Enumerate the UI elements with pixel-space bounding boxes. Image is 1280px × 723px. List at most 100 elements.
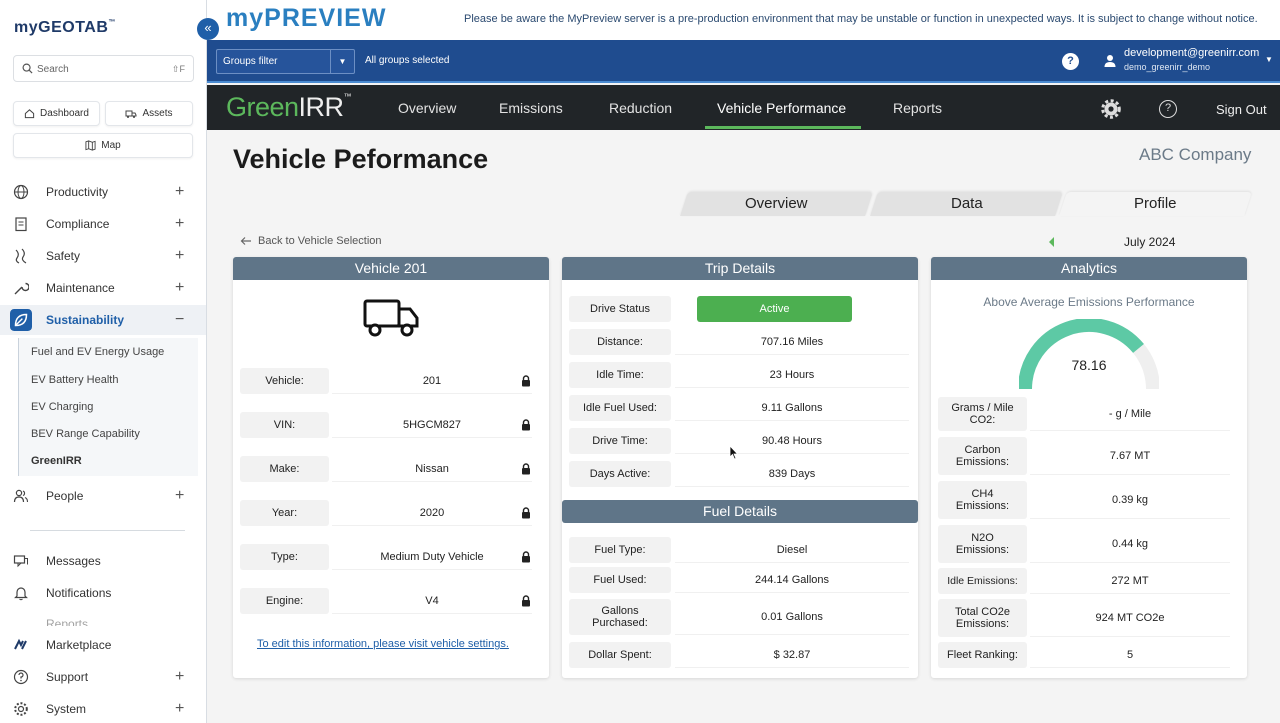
- sustainability-subnav: Fuel and EV Energy Usage EV Battery Heal…: [18, 338, 198, 476]
- analytics-row: Total CO2e Emissions: 924 MT CO2e: [938, 599, 1240, 637]
- sidebar: myGEOTAB™ Search ⇧F Dashboard Assets Map…: [0, 0, 207, 723]
- carbon-emissions-label: Carbon Emissions:: [938, 437, 1027, 475]
- search-shortcut: ⇧F: [171, 64, 185, 74]
- vehicle-row: Engine: V4: [240, 588, 542, 614]
- dashboard-label: Dashboard: [40, 108, 89, 119]
- groups-filter-dropdown[interactable]: Groups filter ▼: [216, 49, 355, 74]
- total-co2e-label: Total CO2e Emissions:: [938, 599, 1027, 637]
- drive-status-label: Drive Status: [569, 296, 671, 322]
- nav-maintenance[interactable]: Maintenance +: [0, 273, 206, 303]
- carbon-emissions-value: 7.67 MT: [1030, 437, 1230, 475]
- page-title: Vehicle Peformance: [233, 144, 489, 174]
- nav-reports-label: Reports: [46, 617, 89, 626]
- expand-plus-icon[interactable]: +: [175, 669, 184, 685]
- trip-row: Idle Time: 23 Hours: [569, 362, 909, 388]
- distance-label: Distance:: [569, 329, 671, 355]
- tab-page-overview[interactable]: Overview: [680, 192, 873, 216]
- trip-row: Distance: 707.16 Miles: [569, 329, 909, 355]
- distance-value: 707.16 Miles: [675, 329, 909, 355]
- lock-icon: [522, 419, 530, 431]
- tab-emissions[interactable]: Emissions: [499, 100, 563, 116]
- subnav-greenirr[interactable]: GreenIRR: [31, 455, 82, 467]
- user-menu-caret-icon[interactable]: ▼: [1265, 55, 1273, 64]
- road-icon: [15, 248, 27, 264]
- help-icon[interactable]: ?: [1159, 100, 1177, 118]
- ch4-emissions-label: CH4 Emissions:: [938, 481, 1027, 519]
- nav-people-label: People: [46, 489, 84, 503]
- expand-plus-icon[interactable]: +: [175, 216, 184, 232]
- vin-label: VIN:: [240, 412, 329, 438]
- make-value: Nissan: [332, 456, 532, 482]
- nav-sustainability[interactable]: Sustainability −: [0, 305, 206, 335]
- nav-system[interactable]: System +: [0, 694, 206, 723]
- n2o-emissions-label: N2O Emissions:: [938, 525, 1027, 563]
- edit-vehicle-settings-link[interactable]: To edit this information, please visit v…: [257, 638, 509, 650]
- tab-reports[interactable]: Reports: [893, 100, 942, 116]
- idle-time-label: Idle Time:: [569, 362, 671, 388]
- ch4-emissions-value: 0.39 kg: [1030, 481, 1230, 519]
- days-active-label: Days Active:: [569, 461, 671, 487]
- nav-productivity[interactable]: Productivity +: [0, 177, 206, 207]
- search-placeholder: Search: [37, 64, 69, 75]
- globe-icon: [13, 184, 29, 200]
- bell-icon: [14, 587, 28, 601]
- user-email[interactable]: development@greenirr.com: [1124, 47, 1259, 59]
- fuel-panel-heading: Fuel Details: [562, 500, 918, 523]
- sign-out-link[interactable]: Sign Out: [1216, 102, 1267, 117]
- nav-support-label: Support: [46, 670, 89, 684]
- tab-vehicle-performance[interactable]: Vehicle Performance: [717, 100, 846, 116]
- map-button[interactable]: Map: [13, 133, 193, 158]
- analytics-panel: Analytics Above Average Emissions Perfor…: [931, 257, 1247, 678]
- tab-page-data[interactable]: Data: [870, 192, 1063, 216]
- greenirr-logo[interactable]: GreenIRR™: [226, 92, 352, 123]
- prev-month-arrow-icon[interactable]: [1049, 237, 1054, 247]
- expand-plus-icon[interactable]: +: [175, 280, 184, 296]
- dollar-spent-label: Dollar Spent:: [569, 642, 671, 668]
- idle-fuel-label: Idle Fuel Used:: [569, 395, 671, 421]
- collapse-minus-icon[interactable]: −: [175, 312, 184, 328]
- lock-icon: [522, 463, 530, 475]
- year-value: 2020: [332, 500, 532, 526]
- collapse-sidebar-button[interactable]: «: [197, 18, 219, 40]
- nav-safety[interactable]: Safety +: [0, 241, 206, 271]
- nav-marketplace[interactable]: Marketplace: [0, 630, 206, 660]
- help-icon[interactable]: ?: [1062, 53, 1079, 70]
- nav-compliance[interactable]: Compliance +: [0, 209, 206, 239]
- analytics-panel-heading: Analytics: [931, 257, 1247, 280]
- vehicle-value: 201: [332, 368, 532, 394]
- analytics-row: Idle Emissions: 272 MT: [938, 568, 1240, 594]
- nav-people[interactable]: People +: [0, 481, 206, 511]
- subnav-ev-battery[interactable]: EV Battery Health: [31, 374, 118, 386]
- nav-support[interactable]: Support +: [0, 662, 206, 692]
- tab-page-profile[interactable]: Profile: [1059, 192, 1252, 216]
- nav-reports[interactable]: Reports: [0, 613, 206, 626]
- active-tab-underline: [705, 126, 861, 129]
- subnav-bev-range[interactable]: BEV Range Capability: [31, 428, 140, 440]
- groups-filter-label: Groups filter: [223, 56, 278, 67]
- geotab-logo[interactable]: myGEOTAB™: [14, 19, 116, 37]
- search-input[interactable]: Search ⇧F: [13, 55, 194, 82]
- assets-button[interactable]: Assets: [105, 101, 193, 126]
- tab-overview[interactable]: Overview: [398, 100, 456, 116]
- vehicle-row: Vehicle: 201: [240, 368, 542, 394]
- expand-plus-icon[interactable]: +: [175, 248, 184, 264]
- dashboard-button[interactable]: Dashboard: [13, 101, 100, 126]
- chevron-down-icon[interactable]: ▼: [330, 50, 354, 73]
- expand-plus-icon[interactable]: +: [175, 701, 184, 717]
- subnav-ev-charging[interactable]: EV Charging: [31, 401, 93, 413]
- analytics-row: Fleet Ranking: 5: [938, 642, 1240, 668]
- back-link[interactable]: Back to Vehicle Selection: [240, 235, 382, 247]
- expand-plus-icon[interactable]: +: [175, 184, 184, 200]
- wrench-icon: [14, 282, 29, 295]
- fuel-row: Fuel Used: 244.14 Gallons: [569, 567, 909, 593]
- tab-reduction[interactable]: Reduction: [609, 100, 672, 116]
- nav-notifications[interactable]: Notifications: [0, 578, 206, 608]
- user-database: demo_greenirr_demo: [1124, 62, 1211, 72]
- engine-label: Engine:: [240, 588, 329, 614]
- expand-plus-icon[interactable]: +: [175, 488, 184, 504]
- settings-gear-icon[interactable]: [1101, 99, 1121, 119]
- groups-selected-text: All groups selected: [365, 55, 450, 66]
- subnav-fuel-ev[interactable]: Fuel and EV Energy Usage: [31, 346, 164, 358]
- nav-messages[interactable]: Messages: [0, 546, 206, 576]
- drive-time-value: 90.48 Hours: [675, 428, 909, 454]
